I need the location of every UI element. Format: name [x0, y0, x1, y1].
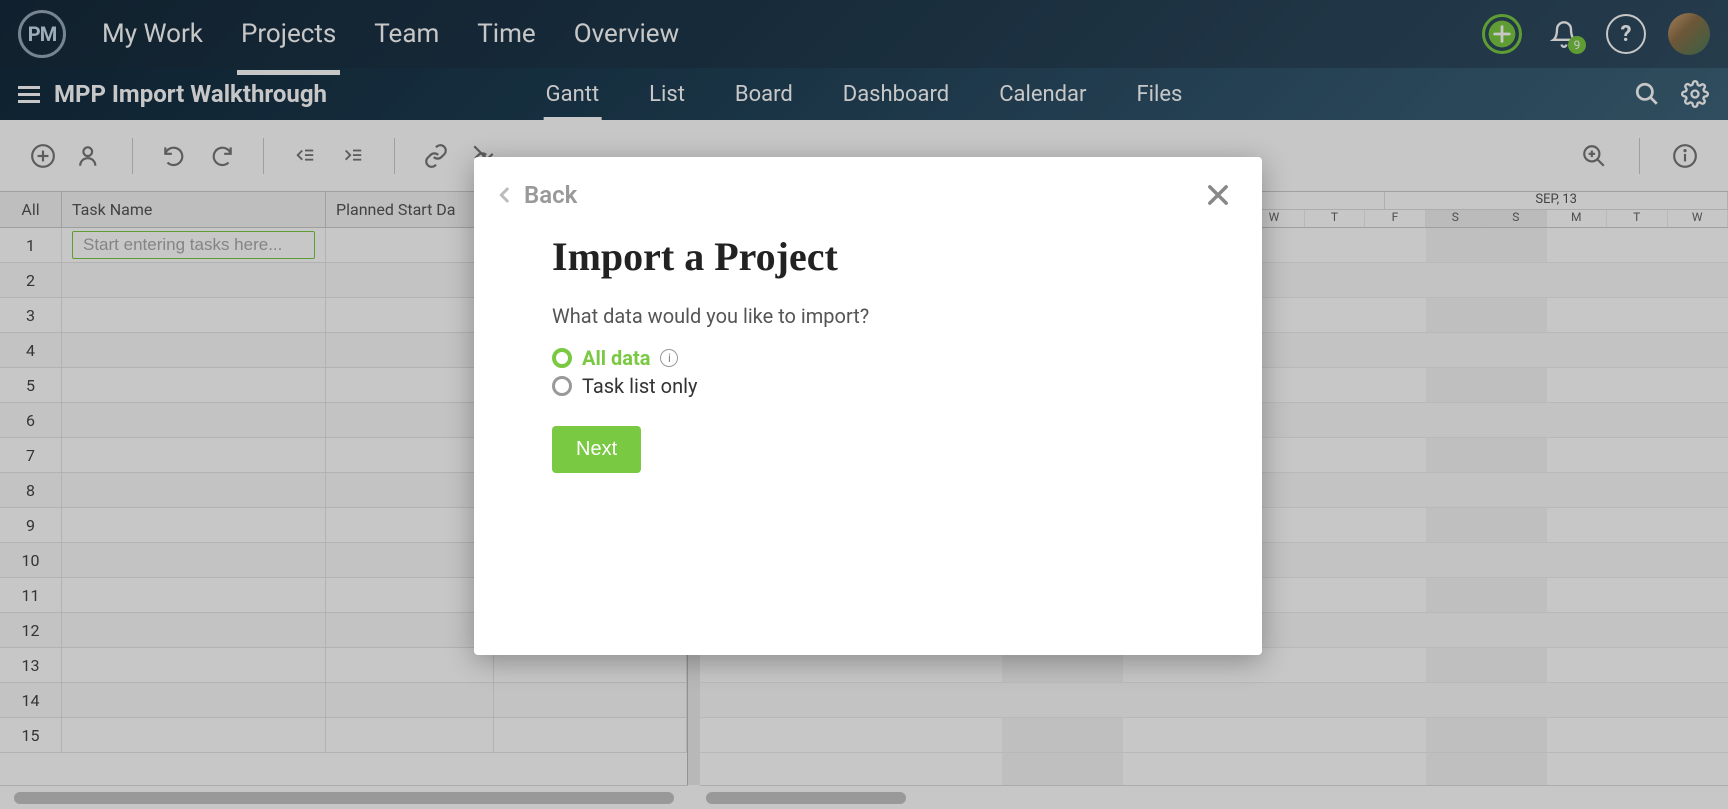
chevron-left-icon: [496, 181, 514, 209]
import-modal: Back Import a Project What data would yo…: [474, 157, 1262, 655]
import-option-all-data[interactable]: All data i: [552, 346, 1184, 370]
radio-icon: [552, 376, 572, 396]
modal-close-button[interactable]: [1204, 181, 1232, 209]
option-label: Task list only: [582, 374, 697, 398]
modal-back-button[interactable]: Back: [496, 181, 577, 209]
back-label: Back: [524, 181, 577, 209]
radio-icon: [552, 348, 572, 368]
modal-title: Import a Project: [552, 233, 1184, 280]
modal-subtitle: What data would you like to import?: [552, 304, 1184, 328]
info-icon[interactable]: i: [660, 349, 678, 367]
import-option-task-list-only[interactable]: Task list only: [552, 374, 1184, 398]
option-label: All data: [582, 346, 650, 370]
next-button[interactable]: Next: [552, 426, 641, 473]
close-icon: [1204, 181, 1232, 209]
